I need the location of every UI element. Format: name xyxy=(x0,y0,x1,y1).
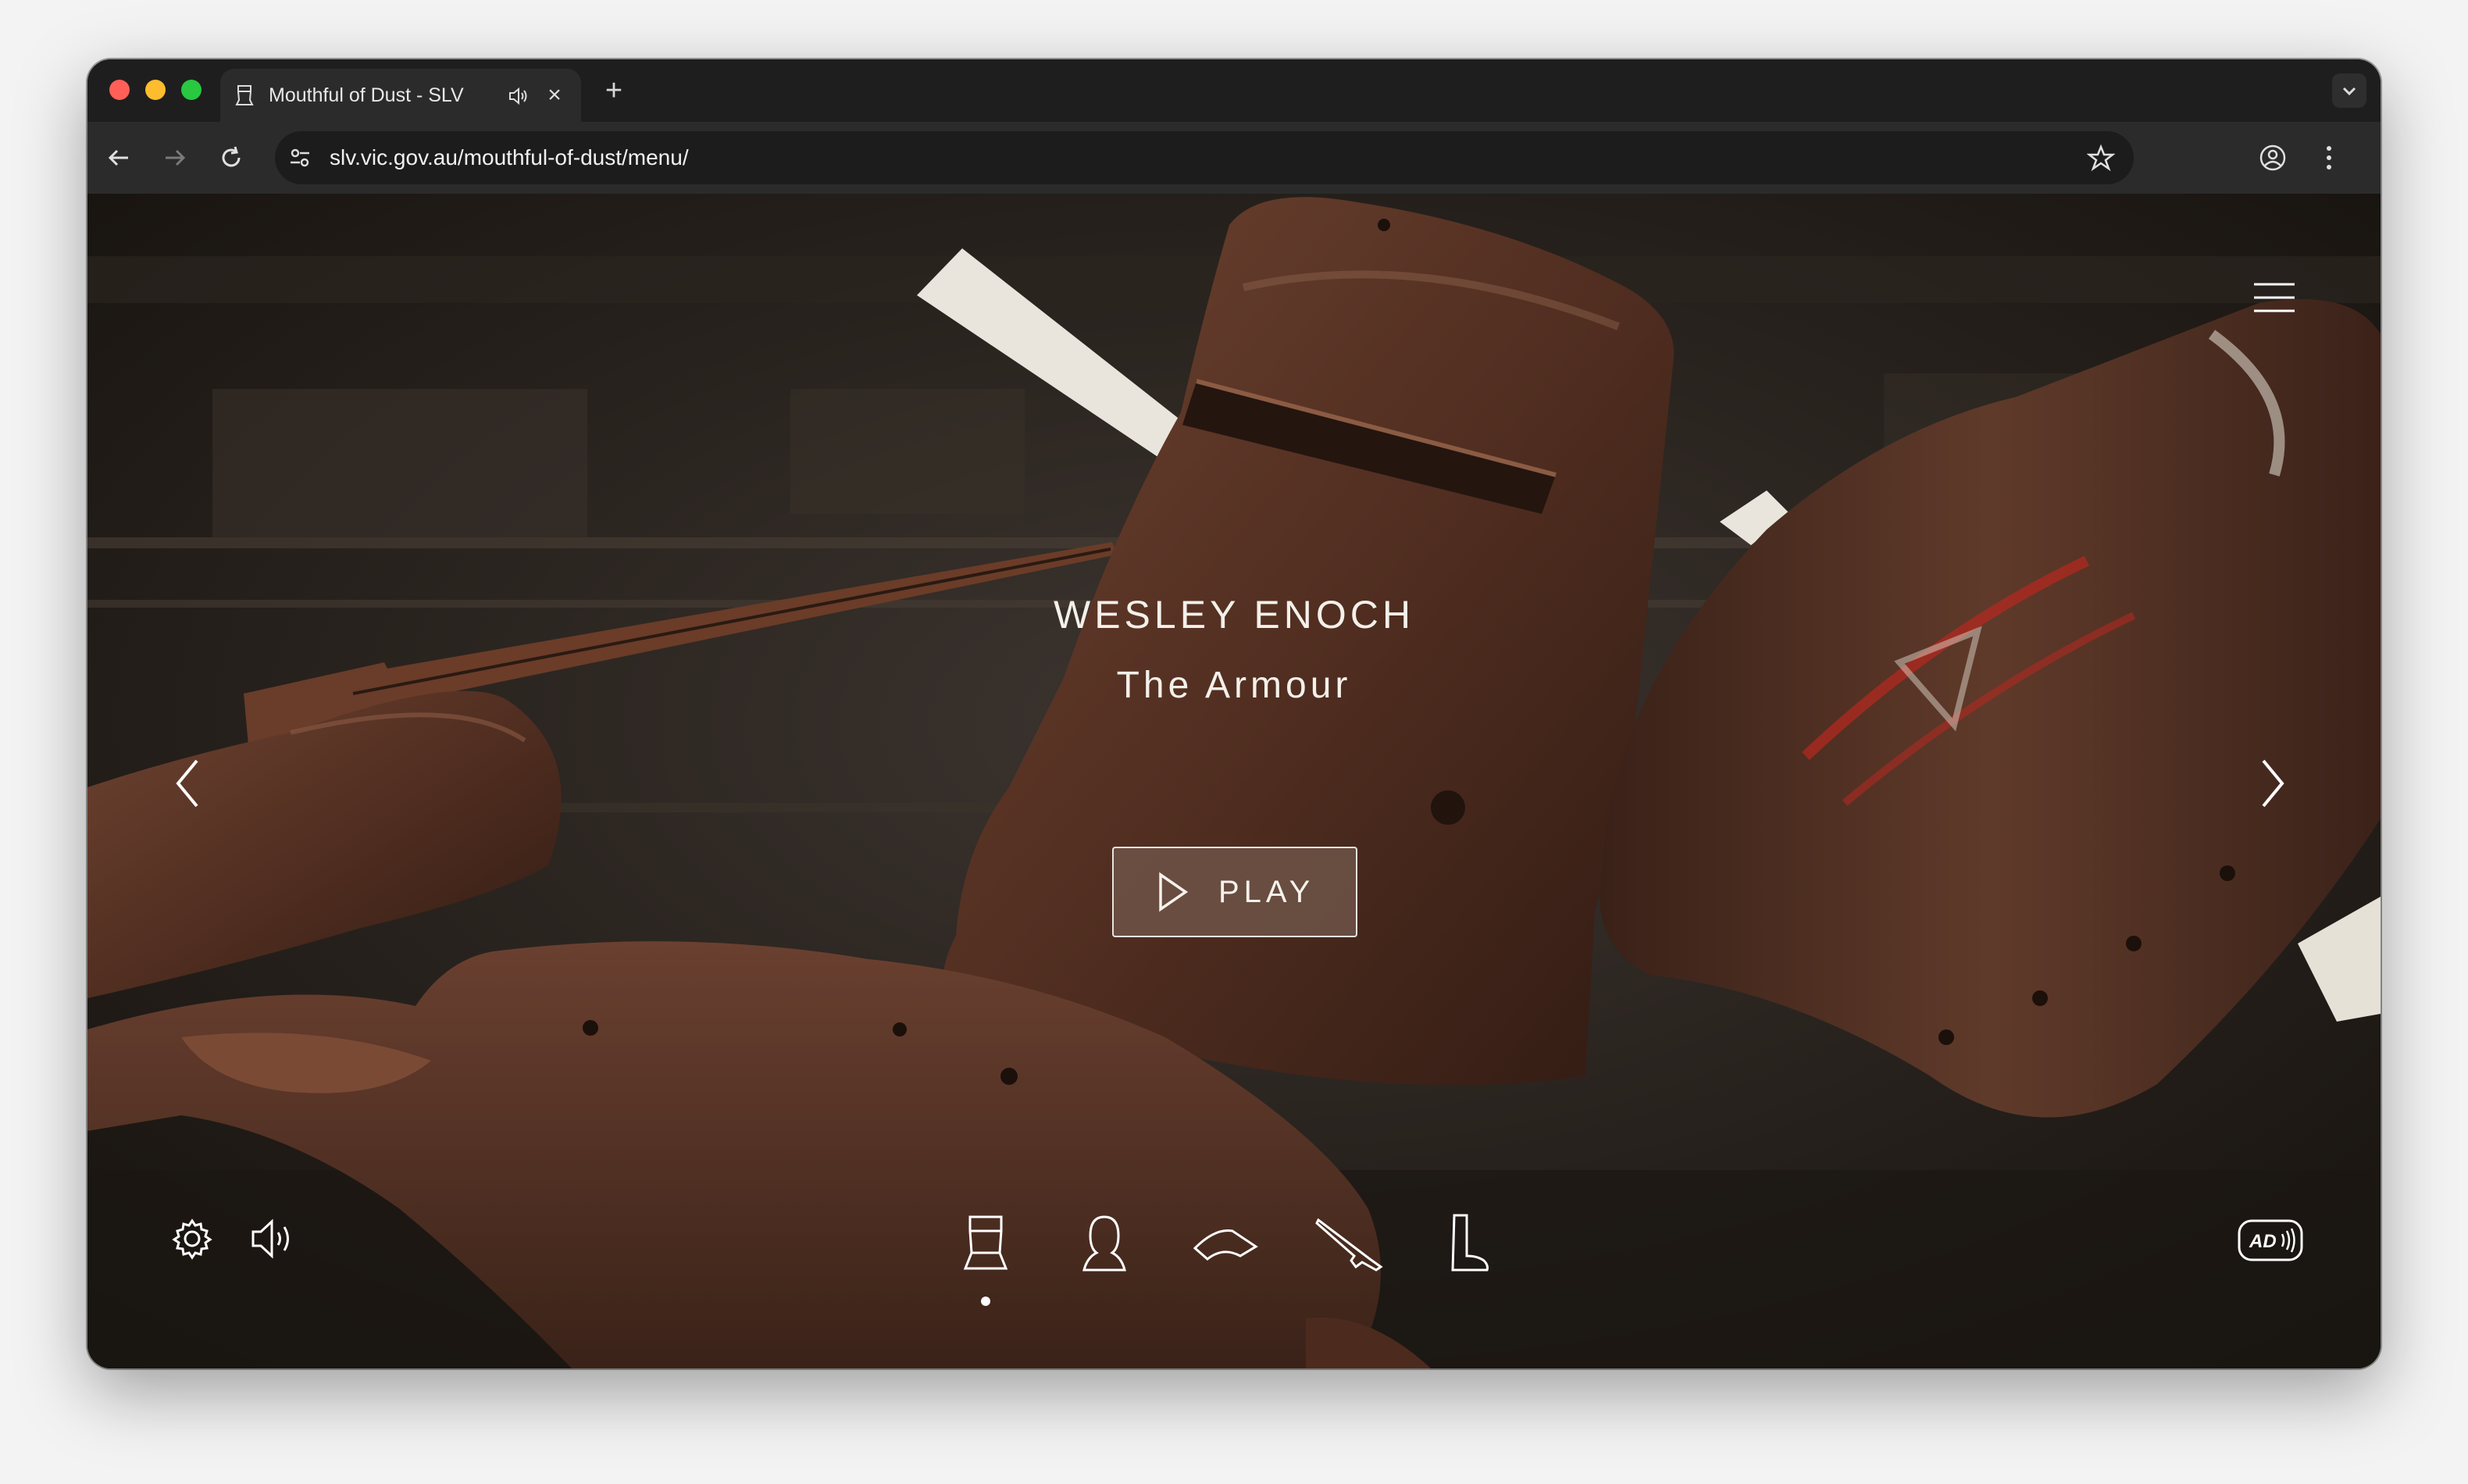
audio-description-icon[interactable]: AD xyxy=(2237,1218,2304,1262)
maximize-window-button[interactable] xyxy=(181,80,202,100)
helmet-icon[interactable] xyxy=(959,1214,1012,1273)
volume-icon[interactable] xyxy=(250,1217,298,1261)
back-arrow-icon[interactable] xyxy=(105,144,133,172)
minimize-window-button[interactable] xyxy=(145,80,166,100)
shoulder-plate-icon[interactable] xyxy=(1192,1225,1259,1265)
previous-arrow-icon[interactable] xyxy=(172,756,203,811)
boot-icon[interactable] xyxy=(1446,1212,1490,1273)
reload-icon[interactable] xyxy=(217,144,245,172)
helmet-icon xyxy=(235,85,254,105)
close-tab-icon[interactable]: × xyxy=(542,83,567,108)
profile-icon[interactable] xyxy=(2257,142,2288,173)
gear-icon[interactable] xyxy=(170,1217,214,1261)
audio-description-label: AD xyxy=(2249,1231,2277,1252)
new-tab-button[interactable]: + xyxy=(598,75,629,106)
tab-mouthful-of-dust[interactable]: Mouthful of Dust - SLV × xyxy=(220,69,581,122)
hamburger-icon[interactable] xyxy=(2252,280,2296,316)
armour-scene-background xyxy=(87,194,2381,1368)
play-button[interactable]: PLAY xyxy=(1112,847,1357,937)
url-text: slv.vic.gov.au/mouthful-of-dust/menu/ xyxy=(330,145,689,169)
speaker-icon[interactable] xyxy=(508,86,531,106)
browser-toolbar: slv.vic.gov.au/mouthful-of-dust/menu/ xyxy=(87,122,2381,194)
play-label: PLAY xyxy=(1218,875,1315,909)
more-menu-icon[interactable] xyxy=(2321,142,2337,173)
tab-search-button[interactable] xyxy=(2332,73,2366,108)
browser-window: Mouthful of Dust - SLV × + slv.vic.gov.a… xyxy=(87,59,2381,1368)
head-silhouette-icon[interactable] xyxy=(1079,1214,1129,1273)
rifle-icon[interactable] xyxy=(1315,1215,1384,1272)
forward-arrow-icon[interactable] xyxy=(161,144,189,172)
close-window-button[interactable] xyxy=(109,80,130,100)
tab-title: Mouthful of Dust - SLV xyxy=(269,84,464,106)
address-bar[interactable]: slv.vic.gov.au/mouthful-of-dust/menu/ xyxy=(275,131,2134,184)
site-settings-icon[interactable] xyxy=(286,144,314,172)
bookmark-star-icon[interactable] xyxy=(2087,144,2115,172)
page-viewport: WESLEY ENOCH The Armour PLAY AD xyxy=(87,194,2381,1368)
story-author: WESLEY ENOCH xyxy=(1054,593,1414,637)
active-chapter-indicator xyxy=(981,1297,990,1306)
next-arrow-icon[interactable] xyxy=(2257,756,2288,811)
play-icon xyxy=(1159,872,1189,912)
tab-strip: Mouthful of Dust - SLV × + xyxy=(87,59,2381,122)
story-title: The Armour xyxy=(1116,665,1352,706)
chevron-down-icon xyxy=(2342,87,2356,96)
